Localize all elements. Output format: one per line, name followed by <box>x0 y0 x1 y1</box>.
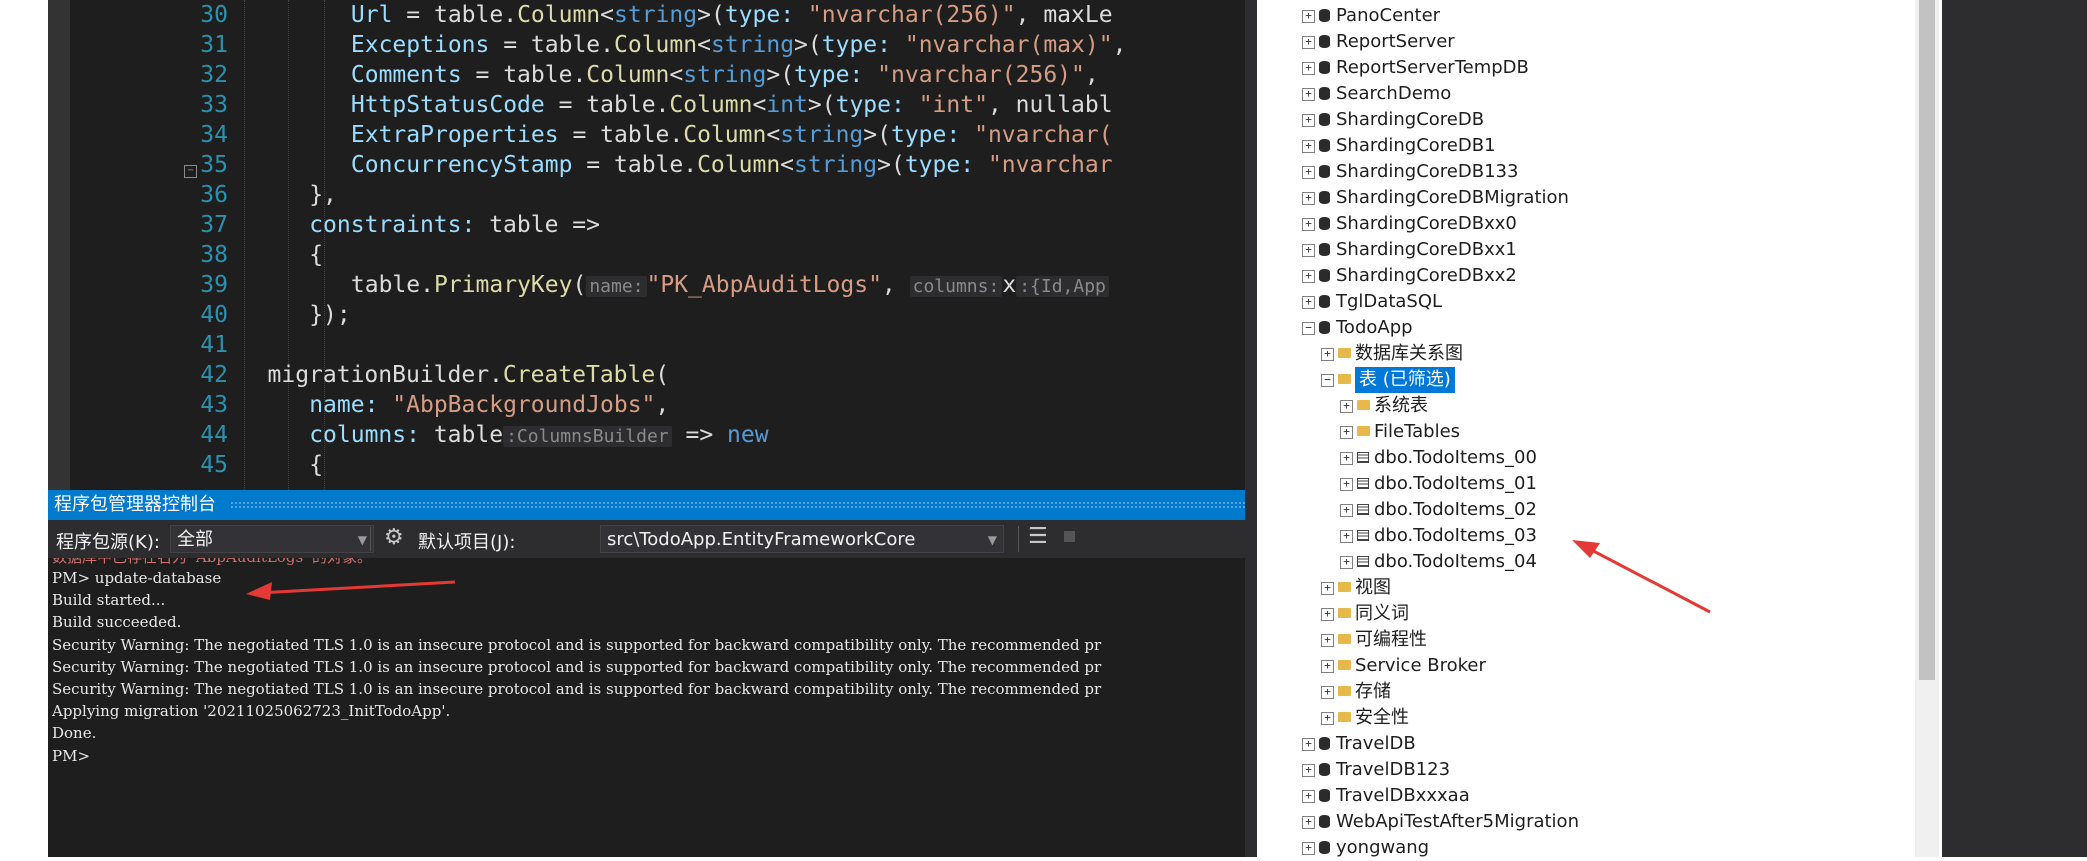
annotation-arrow-tables <box>1572 540 1711 614</box>
annotation-arrow-console <box>246 580 456 600</box>
annotation-arrows <box>246 540 1711 614</box>
